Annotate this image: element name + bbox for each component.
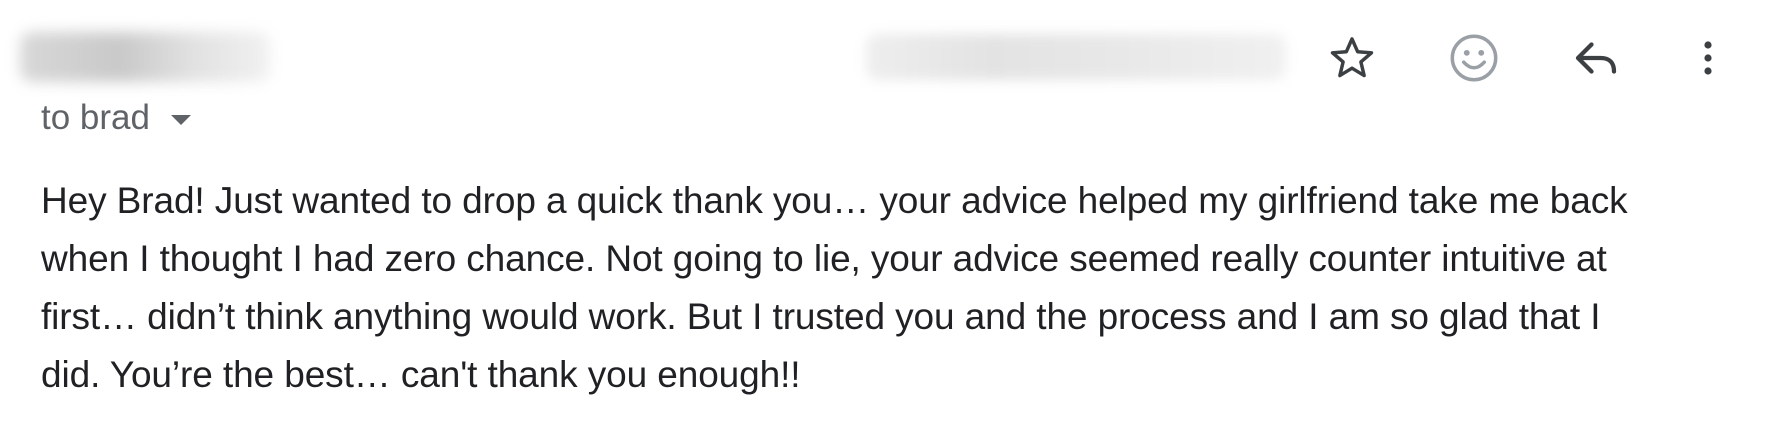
add-reaction-button[interactable] — [1444, 28, 1504, 88]
recipient-details-toggle[interactable]: to brad — [41, 96, 192, 140]
body-line: first… didn’t think anything would work.… — [41, 296, 1601, 337]
star-button[interactable] — [1322, 28, 1382, 88]
body-line: Hey Brad! Just wanted to drop a quick th… — [41, 180, 1628, 221]
body-line: when I thought I had zero chance. Not go… — [41, 238, 1607, 279]
recipient-label: to brad — [41, 98, 150, 137]
sender-address-redacted — [866, 34, 1286, 80]
reply-icon — [1575, 42, 1617, 74]
emoji-reaction-icon — [1450, 34, 1498, 82]
email-header — [0, 0, 1768, 110]
email-body: Hey Brad! Just wanted to drop a quick th… — [41, 172, 1761, 404]
caret-down-icon — [170, 109, 192, 127]
star-icon — [1330, 37, 1374, 78]
more-options-button[interactable] — [1678, 28, 1738, 88]
body-line: did. You’re the best… can't thank you en… — [41, 354, 801, 395]
sender-name-redacted — [20, 32, 270, 82]
reply-button[interactable] — [1566, 28, 1626, 88]
more-vert-icon — [1704, 41, 1712, 75]
